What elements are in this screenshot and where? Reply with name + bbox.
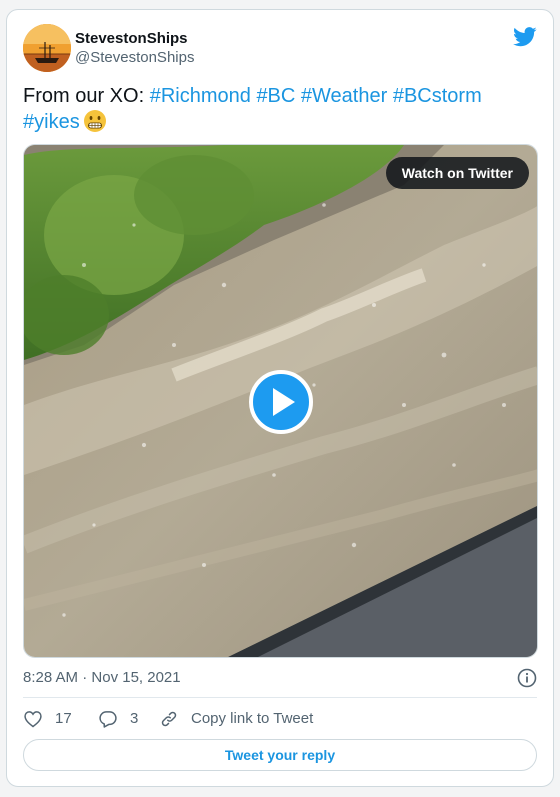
like-count: 17 [55, 710, 72, 727]
tweet-text: From our XO: #Richmond #BC #Weather #BCs… [23, 83, 523, 135]
avatar[interactable] [23, 24, 71, 72]
play-button[interactable] [249, 370, 313, 434]
tweet-time: 8:28 AM [23, 669, 79, 686]
tweet-actions: 17 3 Copy link to Tweet [23, 707, 537, 731]
hashtag-link[interactable]: #Richmond [150, 85, 251, 107]
tweet-header: StevestonShips @StevestonShips [23, 24, 537, 74]
display-name[interactable]: StevestonShips [75, 30, 194, 48]
hashtag-link[interactable]: #yikes [23, 111, 80, 133]
watch-on-twitter-button[interactable]: Watch on Twitter [385, 157, 529, 189]
info-icon[interactable] [517, 668, 537, 688]
reply-action[interactable]: 3 [98, 707, 138, 731]
link-icon [161, 711, 177, 727]
play-icon [273, 388, 295, 416]
heart-icon [24, 711, 42, 728]
tweet-card: StevestonShips @StevestonShips From our … [6, 9, 554, 787]
reply-icon [99, 711, 117, 728]
copy-link-label: Copy link to Tweet [191, 710, 314, 727]
tweet-date: Nov 15, 2021 [91, 669, 181, 686]
divider [23, 697, 537, 698]
hashtag-link[interactable]: #BC [256, 85, 295, 107]
tweet-text-prefix: From our XO: [23, 85, 150, 107]
tweet-your-reply-button[interactable]: Tweet your reply [23, 739, 537, 771]
twitter-bird-icon[interactable] [513, 26, 537, 48]
like-action[interactable]: 17 [23, 707, 72, 731]
video-player[interactable]: Watch on Twitter [23, 144, 538, 658]
meta-separator: · [78, 669, 92, 686]
avatar-image [23, 24, 71, 72]
hashtag-link[interactable]: #BCstorm [393, 85, 482, 107]
grimacing-face-icon [83, 110, 106, 132]
hashtag-link[interactable]: #Weather [301, 85, 387, 107]
copy-link-action[interactable]: Copy link to Tweet [159, 707, 313, 731]
tweet-timestamp[interactable]: 8:28 AM · Nov 15, 2021 [23, 667, 537, 689]
handle[interactable]: @StevestonShips [75, 48, 194, 68]
reply-count: 3 [130, 710, 139, 727]
